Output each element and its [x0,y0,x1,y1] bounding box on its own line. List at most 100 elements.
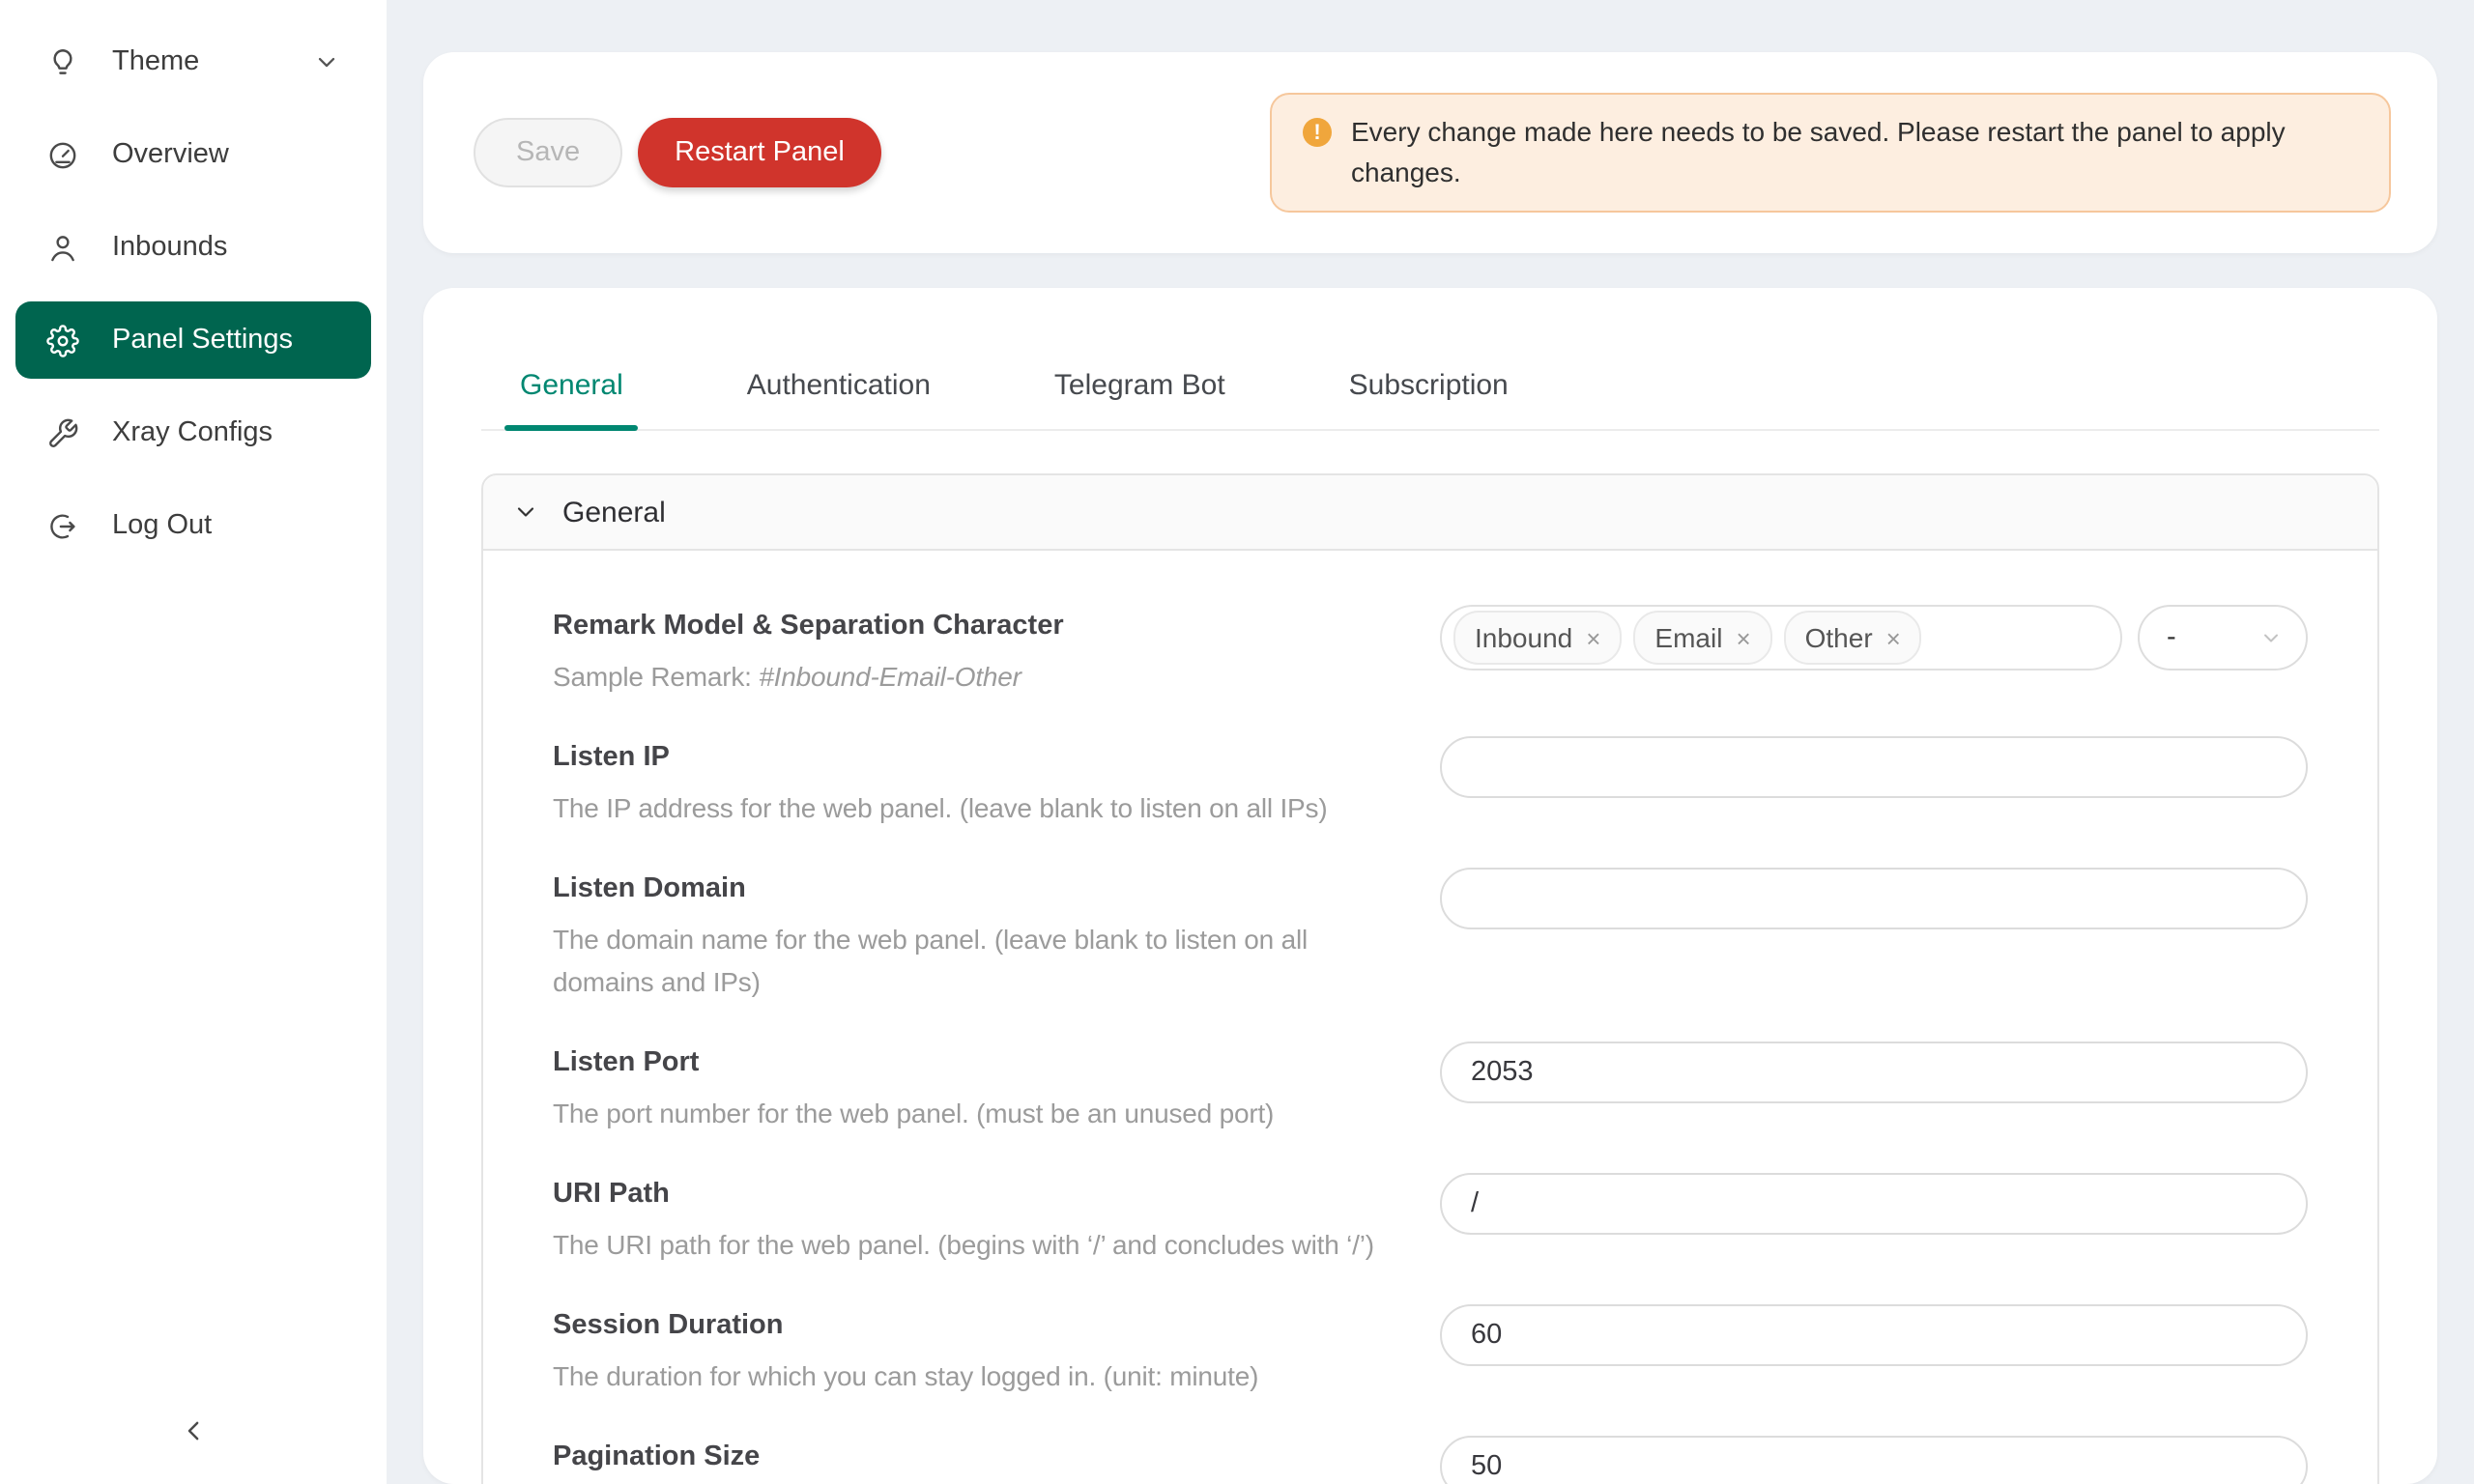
remove-tag-icon[interactable]: × [1886,625,1901,650]
warning-icon: ! [1303,118,1332,147]
tag-inbound[interactable]: Inbound × [1453,611,1622,665]
chevron-down-icon [2259,626,2283,649]
bulb-icon [46,45,79,78]
field-label: URI Path [553,1173,1382,1215]
field-row-remark-model-separation-character: Remark Model & Separation Character Sampl… [553,605,2308,698]
field-row-session-duration: Session Duration The duration for which y… [553,1304,2308,1397]
field-hint: Sample Remark: #Inbound-Email-Other [553,655,1382,698]
field-row-listen-port: Listen Port The port number for the web p… [553,1042,2308,1134]
logout-icon [46,509,79,542]
field-label: Pagination Size [553,1436,1382,1478]
field-hint: The port number for the web panel. (must… [553,1092,1382,1134]
app-root: Theme Overview Inbounds Panel Settings Xray … [0,0,2474,1484]
field-control [1440,1436,2308,1484]
tab-telegram-bot[interactable]: Telegram Bot [1039,338,1241,429]
field-hint: The IP address for the web panel. (leave… [553,786,1382,829]
tab-label: Authentication [747,369,931,402]
field-hint: The domain name for the web panel. (leav… [553,918,1382,1003]
tag-other[interactable]: Other × [1784,611,1922,665]
field-label: Listen IP [553,736,1382,779]
sidebar-item-label: Panel Settings [112,325,293,356]
uri-path-input[interactable] [1440,1173,2308,1235]
sidebar: Theme Overview Inbounds Panel Settings Xray … [0,0,387,1484]
chevron-left-icon [179,1416,208,1455]
gear-icon [46,324,79,357]
sidebar-item-label: Log Out [112,510,212,541]
tab-label: Telegram Bot [1054,369,1225,402]
field-control [1440,1173,2308,1266]
general-form: Remark Model & Separation Character Sampl… [483,551,2377,1484]
restart-panel-button[interactable]: Restart Panel [638,118,881,187]
sidebar-item-xray-configs[interactable]: Xray Configs [15,394,371,471]
toolbar-card: Save Restart Panel ! Every change made h… [423,52,2437,253]
tab-general[interactable]: General [504,338,639,429]
field-texts: Listen IP The IP address for the web pane… [553,736,1440,829]
listen-port-input[interactable] [1440,1042,2308,1103]
general-collapse-panel: General Remark Model & Separation Charac… [481,473,2379,1484]
sidebar-item-label: Inbounds [112,232,227,263]
sidebar-item-panel-settings[interactable]: Panel Settings [15,301,371,379]
general-collapse-header[interactable]: General [483,475,2377,551]
field-row-uri-path: URI Path The URI path for the web panel. … [553,1173,2308,1266]
wrench-icon [46,416,79,449]
tab-label: General [520,369,623,402]
field-label: Remark Model & Separation Character [553,605,1382,647]
sidebar-item-log-out[interactable]: Log Out [15,487,371,564]
field-control [1440,868,2308,1003]
user-icon [46,231,79,264]
field-texts: Pagination Size [553,1436,1440,1484]
tag-label: Inbound [1475,622,1572,653]
field-texts: Session Duration The duration for which y… [553,1304,1440,1397]
separator-select-value: - [2167,622,2176,653]
remove-tag-icon[interactable]: × [1586,625,1600,650]
field-control [1440,1042,2308,1134]
sidebar-item-label: Xray Configs [112,417,273,448]
tab-authentication[interactable]: Authentication [732,338,946,429]
field-texts: Listen Domain The domain name for the web… [553,868,1440,1003]
active-tab-ink-bar [504,425,639,431]
tab-bar: General Authentication Telegram Bot Subscri… [481,338,2379,431]
tab-subscription[interactable]: Subscription [1334,338,1524,429]
field-texts: URI Path The URI path for the web panel. … [553,1173,1440,1266]
separator-select[interactable]: - [2138,605,2308,671]
field-control [1440,1304,2308,1397]
sidebar-menu: Theme Overview Inbounds Panel Settings Xray … [0,0,387,580]
alert-text: Every change made here needs to be saved… [1351,112,2358,193]
remove-tag-icon[interactable]: × [1736,625,1750,650]
sidebar-item-inbounds[interactable]: Inbounds [15,209,371,286]
field-label: Listen Port [553,1042,1382,1084]
save-button[interactable]: Save [474,118,622,187]
listen-ip-input[interactable] [1440,736,2308,798]
tag-label: Email [1654,622,1722,653]
field-row-listen-ip: Listen IP The IP address for the web pane… [553,736,2308,829]
field-row-listen-domain: Listen Domain The domain name for the web… [553,868,2308,1003]
sidebar-collapse-button[interactable] [0,1403,387,1469]
field-label: Listen Domain [553,868,1382,910]
remark-model-tags-input[interactable]: Inbound × Email × Other × [1440,605,2122,671]
main-content: Save Restart Panel ! Every change made h… [387,0,2474,1484]
field-label: Session Duration [553,1304,1382,1347]
dashboard-icon [46,138,79,171]
chevron-down-icon [514,500,537,524]
field-hint: The URI path for the web panel. (begins … [553,1223,1382,1266]
session-duration-input[interactable] [1440,1304,2308,1366]
sidebar-item-label: Overview [112,139,229,170]
field-texts: Remark Model & Separation Character Sampl… [553,605,1440,698]
tag-label: Other [1805,622,1873,653]
chevron-down-icon [313,48,340,75]
pagination-size-input[interactable] [1440,1436,2308,1484]
listen-domain-input[interactable] [1440,868,2308,929]
tab-label: Subscription [1349,369,1509,402]
field-texts: Listen Port The port number for the web p… [553,1042,1440,1134]
sidebar-item-theme[interactable]: Theme [15,23,371,100]
sidebar-item-label: Theme [112,46,199,77]
field-row-pagination-size: Pagination Size [553,1436,2308,1484]
warning-alert: ! Every change made here needs to be sav… [1270,93,2391,213]
field-control: Inbound × Email × Other × - [1440,605,2308,698]
field-hint: The duration for which you can stay logg… [553,1355,1382,1397]
field-control [1440,736,2308,829]
settings-card: General Authentication Telegram Bot Subscri… [423,288,2437,1484]
tag-email[interactable]: Email × [1633,611,1771,665]
collapse-title: General [562,496,666,528]
sidebar-item-overview[interactable]: Overview [15,116,371,193]
